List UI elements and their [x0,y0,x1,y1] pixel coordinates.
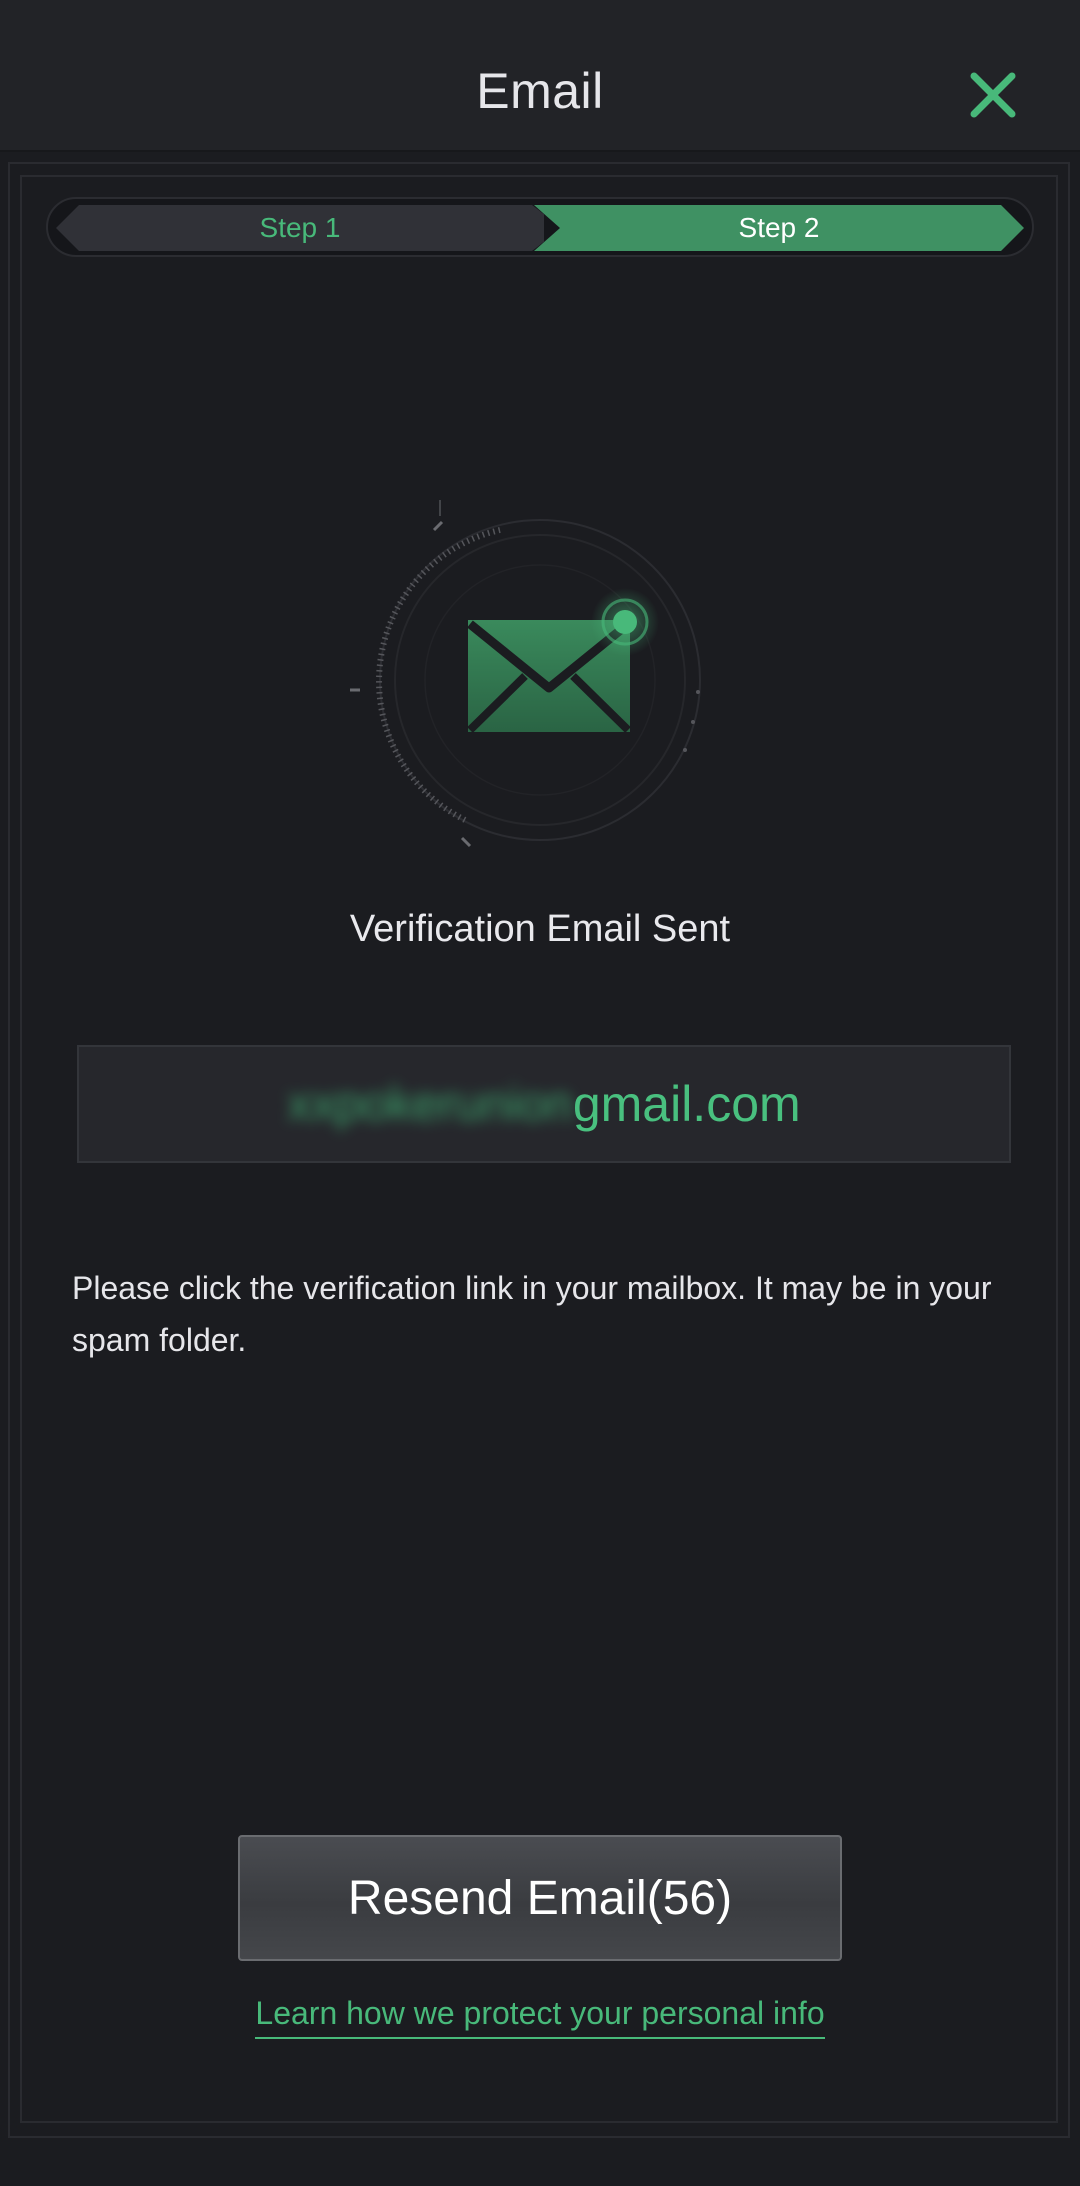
email-sent-illustration [340,500,710,870]
close-x-icon [970,72,1016,118]
step-2-label: Step 2 [738,212,820,243]
step-1-tab[interactable]: Step 1 [56,205,544,251]
privacy-info-row: Learn how we protect your personal info [0,1995,1080,2039]
instructions-text: Please click the verification link in yo… [72,1270,992,1358]
learn-privacy-link[interactable]: Learn how we protect your personal info [255,1995,825,2039]
email-domain: gmail.com [572,1076,801,1132]
resend-email-button[interactable]: Resend Email(56) [238,1835,842,1961]
step-2-tab[interactable]: Step 2 [534,205,1024,251]
close-button[interactable] [966,68,1020,122]
page-title: Email [476,63,604,119]
radar-graphic [350,500,701,848]
step-1-label: Step 1 [259,212,341,243]
verification-status-title: Verification Email Sent [349,908,731,950]
top-bar: Email [0,0,1080,150]
email-local-part-redacted: xxpokerunion [287,1077,573,1131]
email-address-display: xxpokerunion gmail.com [77,1045,1011,1163]
